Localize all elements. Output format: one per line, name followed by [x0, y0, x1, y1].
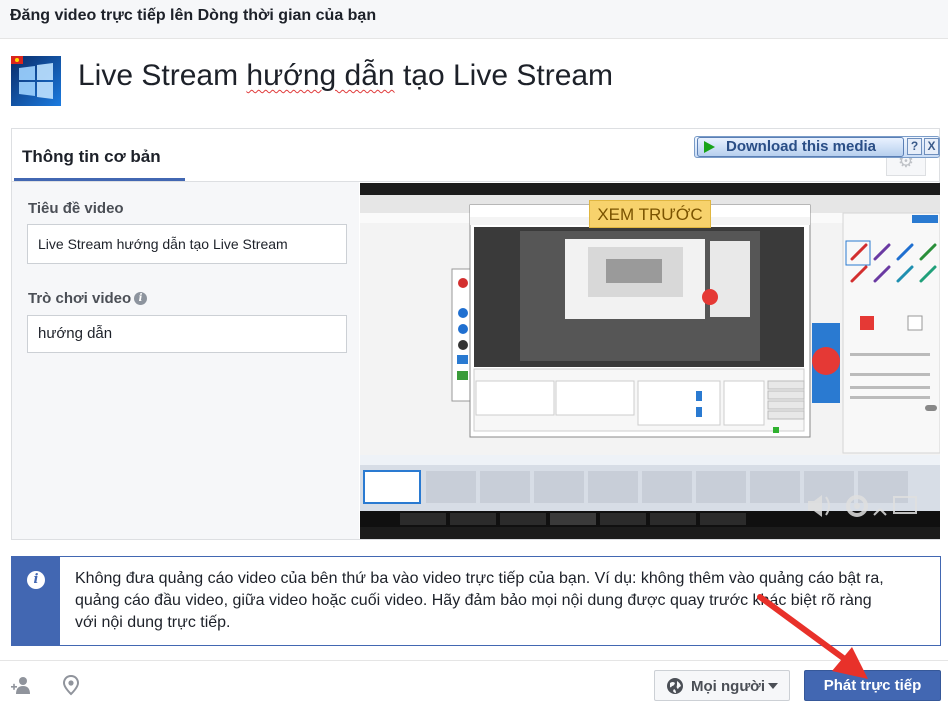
tag-people-icon[interactable] — [10, 674, 32, 696]
video-title-input[interactable]: Live Stream hướng dẫn tạo Live Stream — [27, 224, 347, 264]
info-icon[interactable]: i — [134, 292, 147, 305]
dialog-title: Đăng video trực tiếp lên Dòng thời gian … — [10, 7, 377, 24]
active-tab-indicator — [14, 178, 185, 181]
windows-logo-thumbnail — [11, 56, 61, 106]
globe-icon — [666, 677, 684, 695]
download-media-button[interactable]: Download this media — [697, 137, 904, 157]
video-title-label: Tiêu đề video — [28, 200, 124, 217]
video-game-input[interactable]: hướng dẫn — [27, 315, 347, 353]
location-pin-icon[interactable] — [60, 674, 82, 696]
play-icon — [704, 141, 715, 153]
video-preview — [360, 183, 940, 539]
stream-title: Live Stream hướng dẫn tạo Live Stream — [78, 59, 614, 92]
screen-capture-preview — [360, 195, 940, 527]
preview-badge: XEM TRƯỚC — [589, 200, 711, 228]
info-icon: i — [27, 571, 45, 589]
video-game-label: Trò chơi video — [28, 290, 132, 307]
annotation-arrow — [757, 594, 868, 679]
tab-basic-info[interactable]: Thông tin cơ bản — [22, 147, 161, 167]
help-button[interactable]: ? — [907, 138, 922, 155]
close-button[interactable]: X — [924, 138, 939, 155]
